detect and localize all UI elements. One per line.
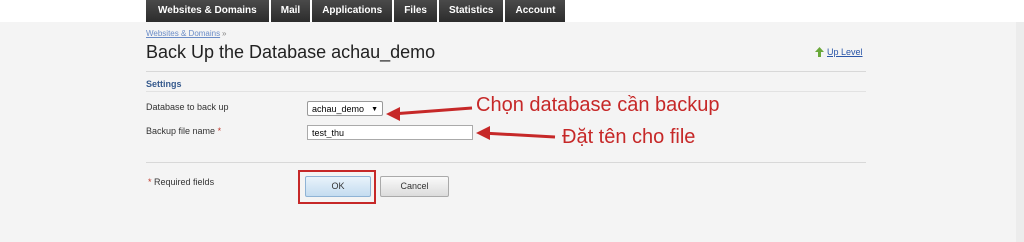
annotation-database: Chọn database cần backup — [476, 94, 720, 116]
page-title: Back Up the Database achau_demo — [146, 42, 436, 62]
tab-mail[interactable]: Mail — [270, 0, 311, 22]
up-level-label: Up Level — [827, 47, 863, 57]
scrollbar[interactable] — [1016, 22, 1024, 242]
backup-filename-input[interactable] — [307, 125, 473, 140]
tab-statistics[interactable]: Statistics — [439, 0, 504, 22]
chevron-down-icon: ▼ — [371, 106, 378, 113]
tab-files[interactable]: Files — [394, 0, 437, 22]
tab-account[interactable]: Account — [505, 0, 566, 22]
top-bar: Websites & Domains Mail Applications Fil… — [0, 0, 1024, 22]
breadcrumb-link[interactable]: Websites & Domains — [146, 29, 220, 38]
database-select-value: achau_demo — [312, 104, 365, 114]
ok-button[interactable]: OK — [305, 176, 371, 197]
settings-heading: Settings — [146, 79, 182, 89]
tab-websites-domains[interactable]: Websites & Domains — [146, 0, 269, 22]
divider — [146, 162, 866, 163]
tab-applications[interactable]: Applications — [312, 0, 393, 22]
breadcrumb-separator: » — [222, 29, 227, 38]
database-label: Database to back up — [146, 102, 229, 112]
up-level-link[interactable]: Up Level — [815, 47, 863, 57]
database-select[interactable]: achau_demo ▼ — [307, 101, 383, 116]
divider — [146, 91, 866, 92]
required-fields-text: Required fields — [154, 177, 215, 187]
up-arrow-icon — [815, 47, 824, 57]
divider — [146, 71, 866, 72]
filename-label: Backup file name * — [146, 126, 221, 136]
required-fields-note: * Required fields — [148, 177, 214, 187]
required-marker: * — [217, 126, 222, 136]
main-nav: Websites & Domains Mail Applications Fil… — [146, 0, 567, 22]
required-marker: * — [148, 177, 152, 187]
cancel-button[interactable]: Cancel — [380, 176, 449, 197]
annotation-filename: Đặt tên cho file — [562, 126, 696, 148]
filename-label-text: Backup file name — [146, 126, 216, 136]
